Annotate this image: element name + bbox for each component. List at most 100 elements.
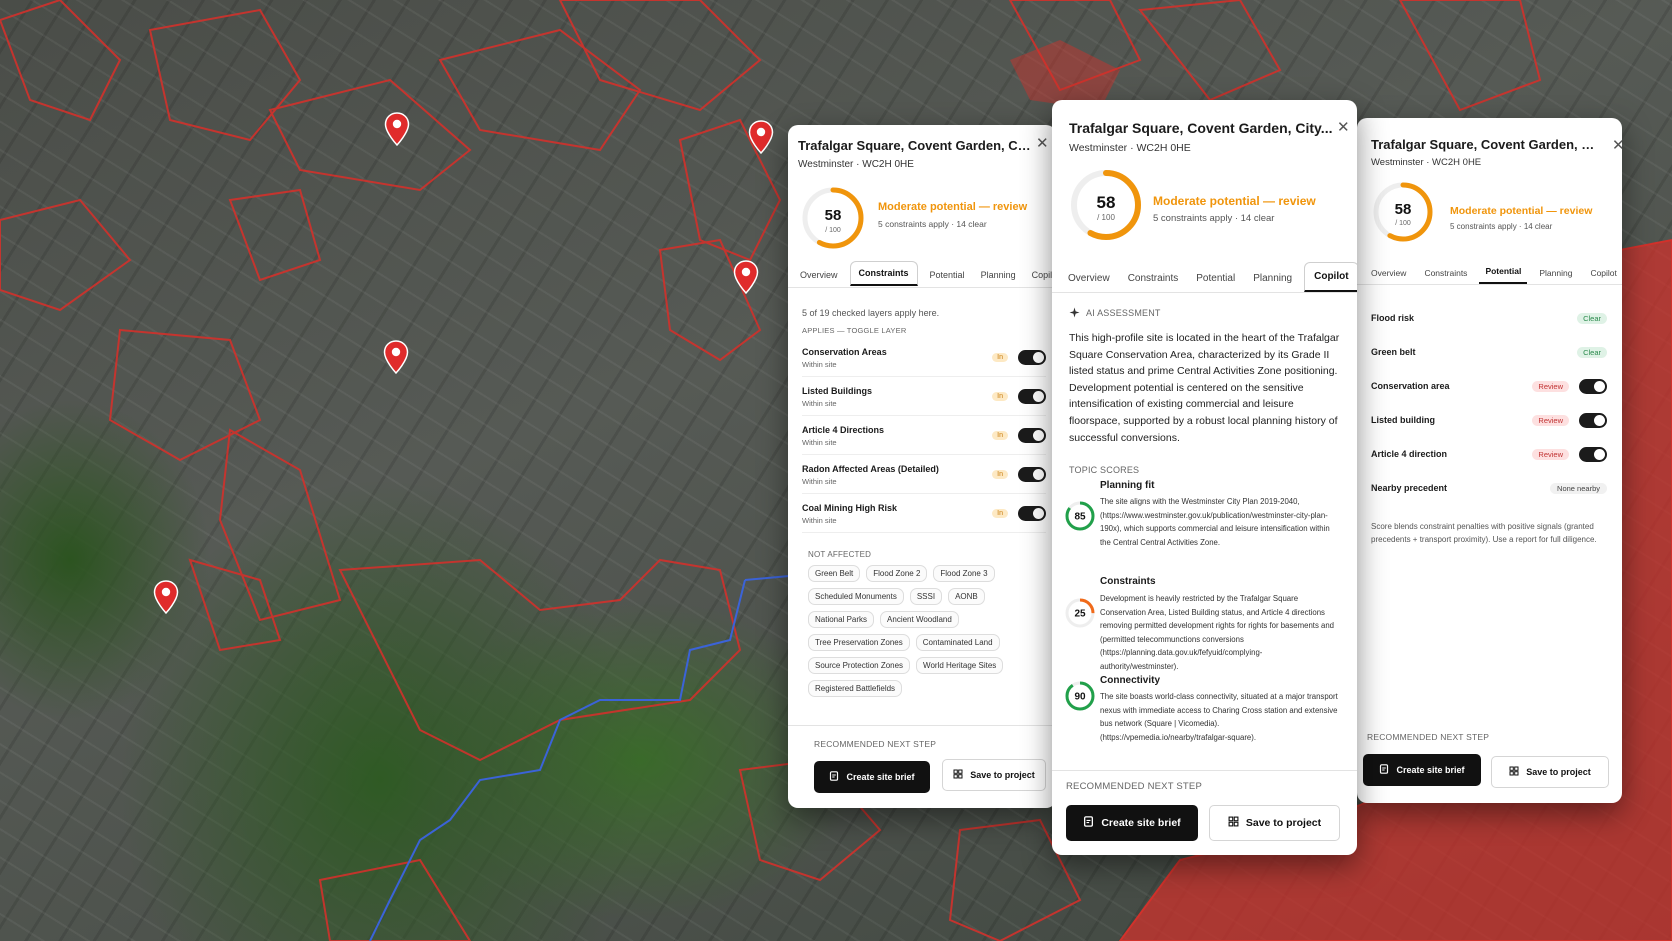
tab-planning[interactable]: Planning xyxy=(977,264,1020,286)
site-subtitle: Westminster · WC2H 0HE xyxy=(1371,157,1482,168)
document-icon xyxy=(1083,816,1094,830)
constraint-note: Within site xyxy=(802,398,837,408)
close-icon[interactable]: ✕ xyxy=(1612,138,1622,153)
verdict-label: Moderate potential — review xyxy=(878,201,1028,213)
document-icon xyxy=(1379,764,1389,776)
layer-toggle[interactable] xyxy=(1579,446,1607,462)
site-panel-constraints: Trafalgar Square, Covent Garden, City...… xyxy=(788,125,1056,808)
in-badge: In xyxy=(992,431,1008,440)
map-pin-icon[interactable] xyxy=(748,120,774,154)
constraint-name: Article 4 Directions xyxy=(802,424,885,435)
parcel-boundary xyxy=(1138,0,1282,102)
layer-toggle[interactable] xyxy=(1018,389,1046,404)
map-pin-icon[interactable] xyxy=(383,340,409,374)
potential-row: Nearby precedent None nearby xyxy=(1371,474,1607,502)
save-to-project-label: Save to project xyxy=(1245,817,1322,829)
verdict-subtext: 5 constraints apply · 14 clear xyxy=(1450,222,1553,231)
sparkle-icon xyxy=(1069,307,1080,318)
footer-divider xyxy=(788,725,1056,726)
potential-row: Conservation area Review xyxy=(1371,372,1607,400)
layer-toggle[interactable] xyxy=(1018,350,1046,365)
create-site-brief-button[interactable]: Create site brief xyxy=(1363,754,1481,786)
topic-text: The site aligns with the Westminster Cit… xyxy=(1100,497,1330,547)
constraint-row: Coal Mining High Risk Within site In xyxy=(802,495,1046,533)
constraint-name: Coal Mining High Risk xyxy=(802,502,898,513)
layer-chip: AONB xyxy=(948,588,985,605)
tab-constraints[interactable]: Constraints xyxy=(849,261,918,286)
site-title: Trafalgar Square, Covent Garden, City... xyxy=(798,138,1034,153)
save-to-project-button[interactable]: Save to project xyxy=(1491,756,1609,788)
create-site-brief-button[interactable]: Create site brief xyxy=(814,761,930,793)
layer-toggle[interactable] xyxy=(1579,412,1607,428)
tab-planning[interactable]: Planning xyxy=(1533,262,1578,284)
next-step-label: RECOMMENDED NEXT STEP xyxy=(814,739,937,749)
layer-chip: Ancient Woodland xyxy=(880,611,959,628)
site-panel-potential: Trafalgar Square, Covent Garden, City...… xyxy=(1357,118,1622,803)
verdict-subtext: 5 constraints apply · 14 clear xyxy=(878,219,987,229)
layer-chip: Flood Zone 2 xyxy=(866,565,928,582)
status-badge: Clear xyxy=(1577,346,1607,358)
layer-toggle[interactable] xyxy=(1018,506,1046,521)
in-badge: In xyxy=(992,353,1008,362)
save-to-project-button[interactable]: Save to project xyxy=(942,759,1046,791)
status-badge: Review xyxy=(1532,448,1569,460)
tab-potential[interactable]: Potential xyxy=(926,264,969,286)
layer-chip: Source Protection Zones xyxy=(808,657,911,674)
tab-overview[interactable]: Overview xyxy=(1365,262,1412,284)
close-icon[interactable]: ✕ xyxy=(1036,136,1049,151)
potential-item-name: Article 4 direction xyxy=(1371,449,1448,459)
layer-toggle[interactable] xyxy=(1018,428,1046,443)
layer-toggle[interactable] xyxy=(1018,467,1046,482)
site-panel-copilot: Trafalgar Square, Covent Garden, City...… xyxy=(1052,100,1357,855)
constraint-row: Conservation Areas Within site In xyxy=(802,339,1046,377)
topic-score-ring: 90 xyxy=(1065,681,1095,711)
score-value: 58 xyxy=(825,207,842,224)
parcel-boundary xyxy=(188,558,282,652)
map-pin-icon[interactable] xyxy=(384,112,410,146)
parcel-boundary xyxy=(218,428,342,622)
constraints-summary: 5 of 19 checked layers apply here. xyxy=(802,308,940,318)
save-to-project-label: Save to project xyxy=(1526,767,1591,777)
tab-divider xyxy=(788,287,1056,288)
map-pin-icon[interactable] xyxy=(153,580,179,614)
status-badge: None nearby xyxy=(1550,482,1607,494)
applies-label: APPLIES — TOGGLE LAYER xyxy=(802,326,907,335)
tab-constraints[interactable]: Constraints xyxy=(1418,262,1473,284)
parcel-boundary xyxy=(438,28,642,152)
tab-constraints[interactable]: Constraints xyxy=(1122,265,1185,292)
tab-potential[interactable]: Potential xyxy=(1479,260,1528,284)
topic-title: Connectivity xyxy=(1100,675,1161,686)
potential-row: Article 4 direction Review xyxy=(1371,440,1607,468)
layer-toggle[interactable] xyxy=(1579,378,1607,394)
layer-chip: Tree Preservation Zones xyxy=(808,634,910,651)
map-pin-icon[interactable] xyxy=(733,260,759,294)
constraint-name: Radon Affected Areas (Detailed) xyxy=(802,463,939,474)
next-step-label: RECOMMENDED NEXT STEP xyxy=(1367,732,1490,742)
not-affected-chips: Green Belt Flood Zone 2 Flood Zone 3 Sch… xyxy=(808,565,1048,697)
tab-bar: Overview Constraints Potential Planning … xyxy=(1062,262,1357,292)
parcel-boundary xyxy=(228,188,322,282)
tab-overview[interactable]: Overview xyxy=(1062,265,1116,292)
close-icon[interactable]: ✕ xyxy=(1337,120,1350,135)
create-site-brief-button[interactable]: Create site brief xyxy=(1066,805,1198,841)
topic-score-value: 90 xyxy=(1074,692,1086,703)
save-to-project-button[interactable]: Save to project xyxy=(1209,805,1340,841)
score-value: 58 xyxy=(1097,193,1116,212)
layer-chip: Scheduled Monuments xyxy=(808,588,904,605)
topic-score-ring: 25 xyxy=(1065,598,1095,628)
tab-potential[interactable]: Potential xyxy=(1190,265,1241,292)
constraint-row: Article 4 Directions Within site In xyxy=(802,417,1046,455)
constraint-name: Conservation Areas xyxy=(802,346,887,357)
route-boundary xyxy=(369,579,746,941)
site-subtitle: Westminster · WC2H 0HE xyxy=(1069,142,1191,154)
tab-planning[interactable]: Planning xyxy=(1247,265,1298,292)
tab-copilot[interactable]: Copilot xyxy=(1304,262,1357,292)
topic-title: Planning fit xyxy=(1100,480,1155,491)
topic-score-ring: 85 xyxy=(1065,501,1095,531)
constraint-note: Within site xyxy=(802,359,837,369)
tab-overview[interactable]: Overview xyxy=(796,264,842,286)
constraint-row: Listed Buildings Within site In xyxy=(802,378,1046,416)
potential-row: Listed building Review xyxy=(1371,406,1607,434)
parcel-boundary xyxy=(558,0,762,112)
tab-copilot[interactable]: Copilot xyxy=(1584,262,1622,284)
